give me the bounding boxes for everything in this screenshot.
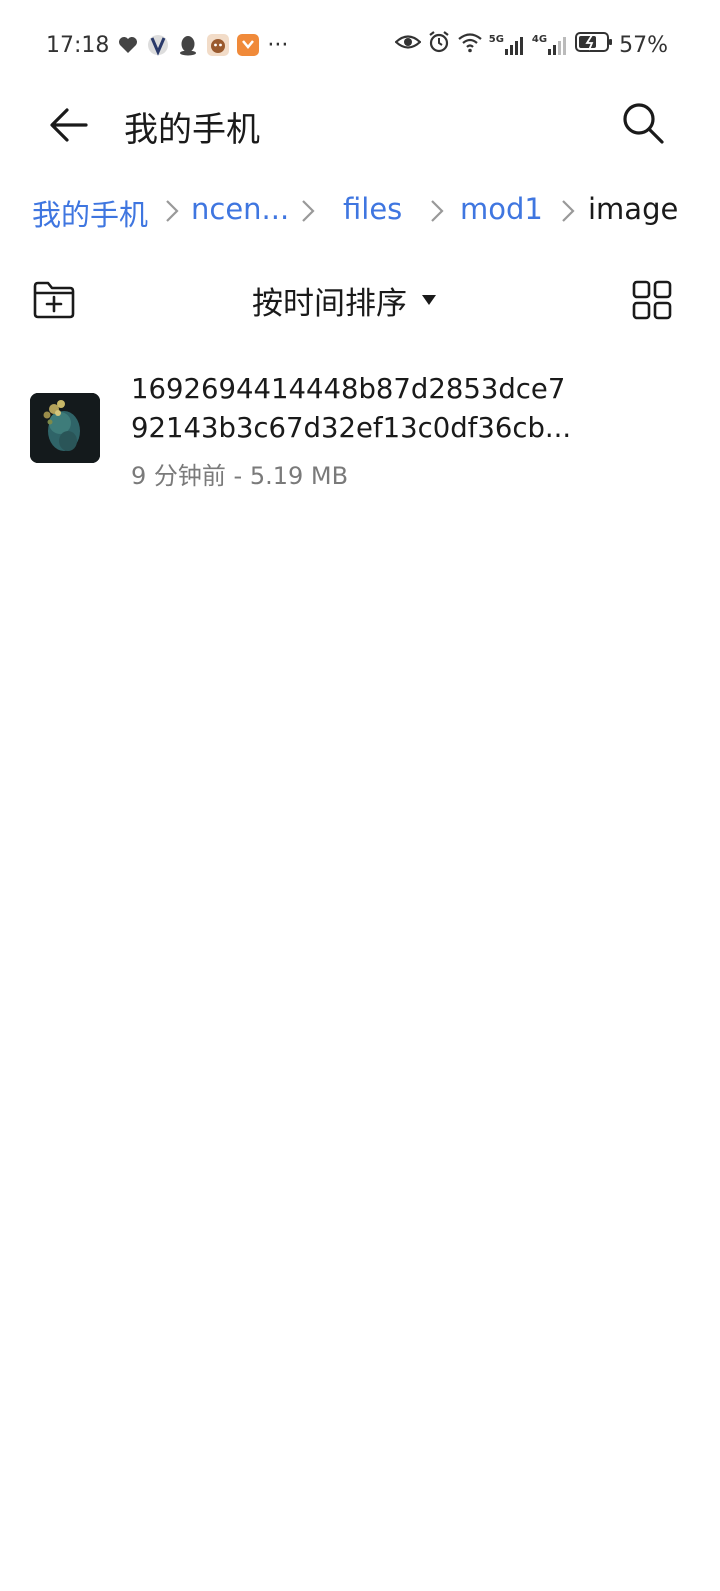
- breadcrumb-item-files[interactable]: files: [343, 192, 402, 226]
- monkey-app-icon: [207, 34, 230, 56]
- arrow-left-icon: [50, 108, 88, 142]
- chevron-right-icon: [302, 200, 315, 222]
- caret-down-icon: [422, 295, 436, 305]
- file-name: 1692694414448b87d2853dce7 92143b3c67d32e…: [131, 370, 651, 448]
- sort-button[interactable]: 按时间排序: [252, 276, 437, 324]
- file-name-line-2: 92143b3c67d32ef13c0df36cb...: [131, 412, 572, 444]
- qq-penguin-icon: [177, 34, 199, 56]
- breadcrumb-item-ncen[interactable]: ncen...: [191, 192, 289, 226]
- chevron-right-icon: [562, 200, 575, 222]
- battery-charging-icon: [575, 31, 613, 59]
- search-icon: [623, 103, 664, 144]
- signal-5g-icon: 5G: [489, 34, 526, 56]
- more-notifications: ···: [267, 32, 289, 58]
- wifi-icon: [457, 31, 483, 59]
- net-5g-label: 5G: [488, 34, 504, 45]
- status-bar: 17:18 ··· 5G 4G 57%: [0, 0, 720, 88]
- breadcrumb-item-my-phone[interactable]: 我的手机: [32, 192, 148, 234]
- breadcrumb-item-mod1[interactable]: mod1: [460, 192, 543, 226]
- file-meta: 9 分钟前 - 5.19 MB: [131, 462, 349, 490]
- toolbar: 按时间排序: [0, 270, 720, 330]
- sort-label: 按时间排序: [252, 285, 407, 322]
- search-button[interactable]: [618, 98, 668, 148]
- signal-4g-icon: 4G: [532, 34, 569, 56]
- file-thumbnail: [30, 393, 100, 463]
- list-item[interactable]: 1692694414448b87d2853dce7 92143b3c67d32e…: [0, 360, 720, 500]
- chevron-right-icon: [431, 200, 444, 222]
- new-folder-icon: [33, 281, 75, 319]
- breadcrumb: 我的手机 ncen... files mod1 image: [32, 186, 692, 234]
- file-name-line-1: 1692694414448b87d2853dce7: [131, 373, 566, 405]
- new-folder-button[interactable]: [30, 276, 78, 324]
- status-time: 17:18: [46, 32, 110, 58]
- heart-shield-icon: [117, 34, 139, 56]
- app-icon: [147, 34, 169, 56]
- status-left: 17:18 ···: [46, 30, 288, 60]
- grid-view-button[interactable]: [628, 276, 676, 324]
- alarm-icon: [427, 30, 451, 60]
- chevron-right-icon: [166, 200, 179, 222]
- battery-percent: 57%: [619, 32, 668, 58]
- orange-app-icon: [237, 34, 260, 56]
- eye-icon: [394, 31, 422, 59]
- net-4g-label: 4G: [531, 34, 548, 45]
- grid-view-icon: [632, 280, 672, 320]
- back-button[interactable]: [44, 100, 94, 150]
- status-right: 5G 4G 57%: [394, 30, 668, 60]
- title-bar: 我的手机: [0, 88, 720, 158]
- breadcrumb-item-image: image: [588, 192, 679, 226]
- page-title: 我的手机: [124, 110, 260, 150]
